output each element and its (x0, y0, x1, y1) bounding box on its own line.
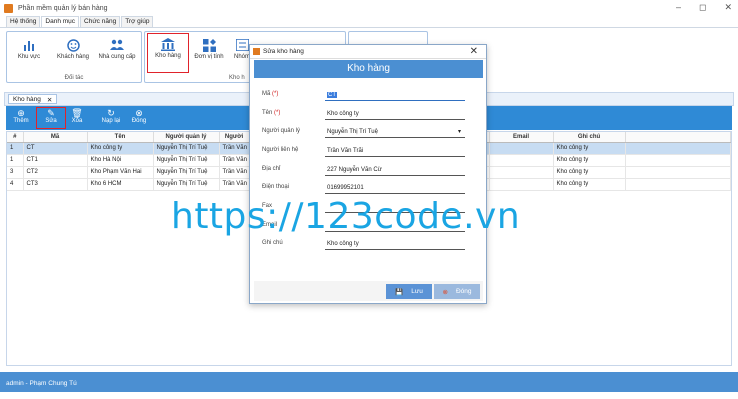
save-button[interactable]: 💾 Lưu (386, 284, 432, 299)
dialog-header: Kho hàng (254, 60, 483, 78)
dialog-footer: 💾 Lưu ⊗ Đóng (254, 281, 483, 301)
ribbon-group-partners: Khu vực Khách hàng Nhà cung cấp Đối tác (6, 31, 142, 83)
field-quan-ly: Người quản lý Nguyễn Thị Trí Tuệ ▾ (262, 126, 472, 140)
ghi-chu-input[interactable]: Kho công ty (325, 239, 465, 250)
reload-button[interactable]: ↻ Nạp lại (98, 108, 124, 124)
khach-hang-button[interactable]: Khách hàng (53, 35, 93, 69)
dialog-cancel-button[interactable]: ⊗ Đóng (434, 284, 480, 299)
smiley-icon (66, 38, 80, 52)
dialog-title-bar: Sửa kho hàng ✕ (250, 45, 486, 59)
add-button[interactable]: ⊕ Thêm (10, 108, 32, 124)
tab-kho-hang[interactable]: Kho hàng ✕ (8, 94, 58, 104)
col-quan-ly[interactable]: Người quản lý (153, 132, 220, 143)
nha-cung-cap-button[interactable]: Nhà cung cấp (97, 35, 137, 69)
field-lien-he: Người liên hệ Trần Văn Trãi (262, 145, 472, 159)
menu-tro-giup[interactable]: Trợ giúp (121, 16, 154, 27)
close-tab-icon[interactable]: ✕ (47, 96, 52, 104)
col-email[interactable]: Email (489, 132, 554, 143)
watermark-text: https://123code.vn (171, 196, 521, 237)
app-icon (4, 3, 13, 13)
cancel-circle-icon: ⊗ (442, 288, 448, 296)
grid-shapes-icon (202, 38, 216, 52)
col-extra (625, 132, 731, 143)
minimize-button[interactable]: – (676, 2, 681, 13)
field-ten: Tên (*) Kho công ty (262, 108, 472, 122)
delete-button[interactable]: 🗑 Xóa (66, 108, 88, 124)
pencil-icon: ✎ (47, 108, 55, 118)
lien-he-input[interactable]: Trần Văn Trãi (325, 146, 465, 157)
menu-bar: Hệ thống Danh mục Chức năng Trợ giúp (0, 16, 738, 28)
edit-button[interactable]: ✎ Sửa (36, 107, 66, 129)
cancel-circle-icon: ⊗ (135, 108, 143, 118)
title-bar: Phần mềm quản lý bán hàng – ◻ ✕ (0, 0, 738, 16)
field-ghi-chu: Ghi chú Kho công ty (262, 238, 472, 252)
khu-vuc-button[interactable]: Khu vực (9, 35, 49, 69)
field-ma: Mã (*) CT (262, 89, 472, 103)
close-button[interactable]: ⊗ Đóng (128, 108, 150, 124)
dialog-close-icon[interactable]: ✕ (470, 46, 478, 57)
bar-chart-icon (22, 38, 36, 52)
list-icon (235, 38, 249, 52)
col-nguoi[interactable]: Người (219, 132, 250, 143)
col-index[interactable]: # (7, 132, 24, 143)
plus-circle-icon: ⊕ (17, 108, 25, 118)
menu-danh-muc[interactable]: Danh mục (41, 16, 80, 27)
edit-warehouse-dialog: Sửa kho hàng ✕ Kho hàng Mã (*) CT Tên (*… (249, 44, 487, 304)
maximize-button[interactable]: ◻ (699, 2, 706, 13)
dialog-title: Sửa kho hàng (263, 48, 304, 55)
ten-input[interactable]: Kho công ty (325, 109, 465, 120)
field-dien-thoai: Điện thoại 01699952101 (262, 182, 472, 196)
caret-down-icon: ▾ (457, 129, 461, 135)
bank-icon (161, 37, 175, 51)
dien-thoai-input[interactable]: 01699952101 (325, 183, 465, 194)
menu-chuc-nang[interactable]: Chức năng (80, 16, 121, 27)
app-icon (253, 48, 260, 55)
floppy-icon: 💾 (395, 288, 404, 296)
dia-chi-input[interactable]: 227 Nguyễn Văn Cừ (325, 165, 465, 176)
window-title: Phần mềm quản lý bán hàng (18, 4, 108, 12)
don-vi-tinh-button[interactable]: Đơn vị tính (189, 35, 229, 69)
trash-icon: 🗑 (71, 108, 83, 118)
ma-input[interactable]: CT (325, 90, 465, 101)
col-ten[interactable]: Tên (87, 132, 154, 143)
quan-ly-select[interactable]: Nguyễn Thị Trí Tuệ ▾ (325, 127, 465, 138)
kho-hang-button[interactable]: Kho hàng (147, 33, 189, 73)
refresh-icon: ↻ (107, 108, 115, 118)
col-ghi-chu[interactable]: Ghi chú (553, 132, 626, 143)
field-dia-chi: Địa chỉ 227 Nguyễn Văn Cừ (262, 164, 472, 178)
menu-he-thong[interactable]: Hệ thống (6, 16, 41, 27)
col-ma[interactable]: Mã (23, 132, 88, 143)
close-window-button[interactable]: ✕ (724, 2, 732, 13)
status-bar: admin - Phạm Chung Tú (0, 372, 738, 392)
users-icon (110, 38, 124, 52)
